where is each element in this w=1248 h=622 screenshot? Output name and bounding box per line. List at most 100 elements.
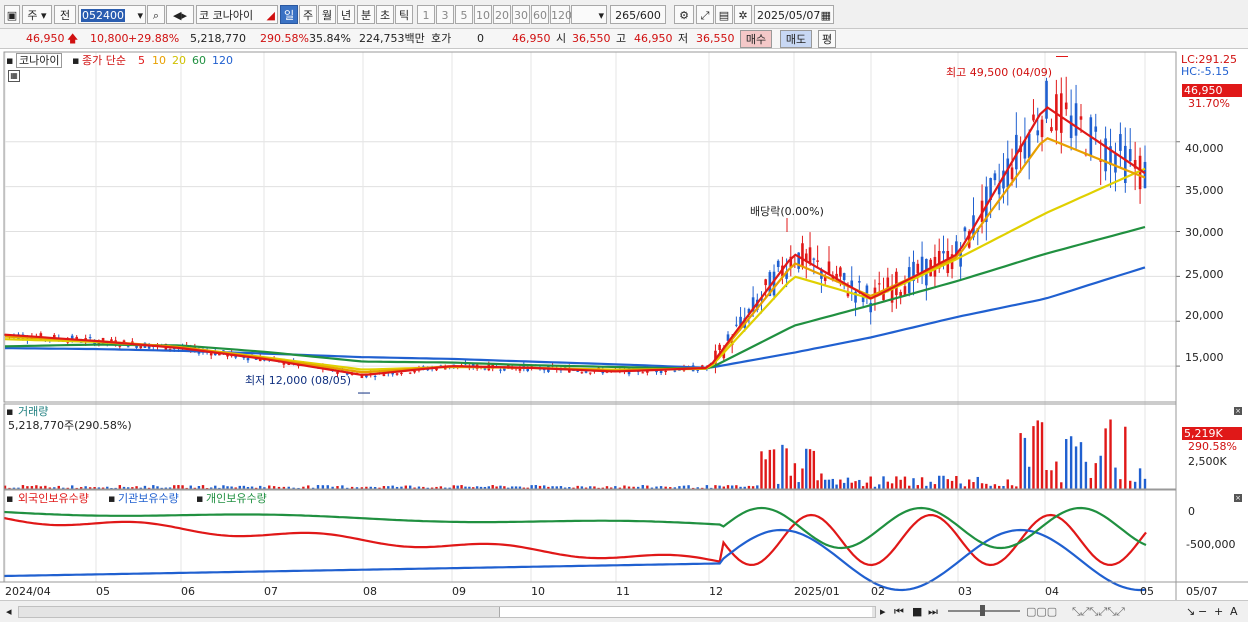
ma-line-20 [4, 167, 1146, 371]
drawing-tool-icons[interactable]: ⤡⤢⤡⤢⤡⤢ [1072, 605, 1125, 618]
stock-label[interactable]: 코나아이 [16, 53, 63, 68]
close-icon[interactable]: × [1234, 494, 1242, 502]
volume-bar [1079, 442, 1083, 489]
volume-bar [805, 448, 808, 489]
horizontal-scrollbar[interactable] [18, 606, 876, 618]
volume-bar [718, 485, 721, 489]
volume-bar [976, 476, 979, 489]
scroll-left-icon[interactable]: ◂ [6, 605, 12, 618]
low-annotation: 최저 12,000 (08/05) [245, 374, 352, 387]
zoom-in-icon[interactable]: + [1214, 605, 1223, 618]
candle-body [942, 251, 945, 254]
panel-menu-icon[interactable]: ▪ [6, 54, 13, 67]
candle-body [735, 324, 738, 326]
candle-body [664, 370, 667, 373]
candle-body [580, 372, 584, 374]
volume-bar [899, 479, 902, 489]
volume-bar [789, 475, 792, 489]
ma-line-120 [5, 266, 1146, 369]
ma-line-종가-단순-5 [4, 106, 1146, 376]
last-pct: 31.70% [1188, 97, 1230, 110]
volume-bar [827, 479, 831, 489]
candle-body [1079, 116, 1083, 120]
volume-bar [777, 483, 780, 489]
layout-icons[interactable]: ▢▢▢ [1026, 605, 1057, 618]
volume-bar [1104, 428, 1107, 489]
candle-body [916, 263, 920, 274]
stop-icon[interactable]: ■ [912, 605, 922, 618]
volume-bar [756, 485, 759, 489]
candle-body [1143, 161, 1147, 189]
hc-value: HC:-5.15 [1181, 65, 1230, 78]
bottom-bar: ◂ ▸ ⏮ ■ ⏭ ▢▢▢ ⤡⤢⤡⤢⤡⤢ ↘ − + A [0, 600, 1248, 622]
volume-bar [865, 482, 869, 489]
volume-bar [646, 485, 649, 489]
candle-body [1036, 130, 1040, 136]
volume-bar [886, 481, 890, 489]
holdings-sep-icon: ▪ [108, 492, 116, 505]
ma-120-label: 120 [212, 54, 233, 67]
volume-bar [942, 475, 945, 489]
candle-body [400, 372, 403, 375]
volume-bar [882, 476, 885, 489]
font-size-icon[interactable]: A [1230, 605, 1238, 618]
volume-title: 거래량 [18, 405, 49, 418]
collapse-icon[interactable]: ↘ [1186, 605, 1195, 618]
candle-body [413, 371, 416, 373]
grid-lines [4, 52, 1180, 582]
volume-bar [404, 485, 408, 489]
candle-body [1010, 167, 1014, 180]
candle-body [877, 283, 881, 285]
ma-20-label: 20 [172, 54, 186, 67]
volume-bar [1036, 420, 1039, 489]
volume-bar [177, 485, 180, 489]
volume-bar [1119, 479, 1122, 489]
zoom-slider-handle[interactable] [980, 605, 985, 616]
volume-bar [1074, 446, 1078, 489]
holdings-menu-icon[interactable]: ▪ [6, 492, 13, 505]
volume-y-tick: 2,500K [1188, 455, 1227, 468]
candle-body [1119, 134, 1122, 151]
volume-bar [682, 485, 686, 489]
volume-bar [71, 485, 74, 489]
volume-bar [1069, 436, 1073, 489]
volume-bar [268, 485, 271, 489]
volume-bar [152, 485, 155, 489]
x-label: 06 [181, 585, 195, 598]
scroll-right-icon[interactable]: ▸ [880, 605, 886, 618]
volume-bar [760, 451, 763, 489]
volume-bars [3, 419, 1147, 489]
volume-bar [201, 485, 205, 489]
volume-bar [1133, 481, 1137, 489]
x-label: 10 [531, 585, 545, 598]
first-icon[interactable]: ⏮ [894, 605, 904, 618]
volume-bar [972, 482, 975, 489]
close-icon[interactable]: × [1234, 407, 1242, 415]
volume-bar [307, 485, 310, 489]
candle-body [1104, 138, 1107, 172]
candle-body [1045, 80, 1048, 119]
volume-bar [781, 444, 784, 489]
chart-canvas[interactable] [0, 0, 1248, 621]
table-icon[interactable]: ▦ [8, 70, 20, 82]
volume-bar [726, 485, 730, 489]
zoom-out-icon[interactable]: − [1198, 605, 1207, 618]
candle-body [1128, 149, 1132, 162]
candle-body [963, 227, 967, 232]
volume-bar [816, 480, 819, 489]
volume-bar [772, 449, 776, 489]
volume-bar [820, 473, 823, 489]
x-label: 05 [96, 585, 110, 598]
volume-menu-icon[interactable]: ▪ [6, 405, 13, 418]
volume-bar [714, 485, 717, 489]
scrollbar-thumb[interactable] [499, 607, 872, 617]
volume-bar [869, 476, 872, 489]
volume-bar [543, 485, 546, 489]
volume-bar [1040, 422, 1044, 489]
foreign-holdings-line [3, 513, 1147, 567]
volume-bar [189, 485, 192, 489]
last-icon[interactable]: ⏭ [928, 605, 938, 618]
volume-bar [890, 483, 894, 489]
volume-bar [641, 485, 644, 489]
volume-bar [316, 485, 320, 489]
